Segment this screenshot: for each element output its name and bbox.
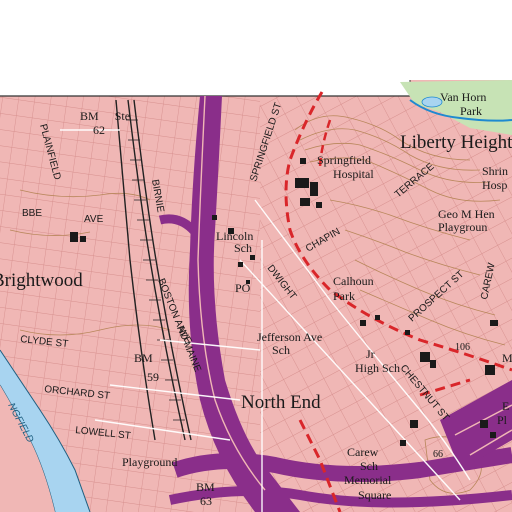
calhoun-park-label-2: Park <box>333 289 355 303</box>
shriners-label-2: Hosp <box>482 178 507 192</box>
jr-high-label-2: High Sch <box>355 361 400 375</box>
elevation-66: 66 <box>433 449 443 460</box>
memorial-square-label-2: Square <box>358 488 391 502</box>
carew-sch-label-2: Sch <box>360 459 378 473</box>
geo-m-hen-label-2: Playgroun <box>438 220 487 234</box>
m-label: M <box>502 351 512 365</box>
playground-label: Playground <box>122 455 177 469</box>
bm-62-value: 62 <box>93 123 105 137</box>
jefferson-sch-label-2: Sch <box>272 343 290 357</box>
place-north-end: North End <box>241 392 321 413</box>
abbe-ave-label-2: AVE <box>84 214 104 225</box>
post-office-label: PO <box>235 281 251 295</box>
lincoln-sch-label-2: Sch <box>234 241 252 255</box>
geo-m-hen-label: Geo M Hen <box>438 207 495 221</box>
pond <box>421 96 443 108</box>
calhoun-park-label: Calhoun <box>333 274 374 288</box>
place-liberty-heights: Liberty Heights <box>400 132 512 153</box>
jr-high-label: Jr <box>366 347 375 361</box>
e-label: E <box>502 399 509 413</box>
bm-59-value: 59 <box>147 370 159 384</box>
shriners-label: Shrin <box>482 164 508 178</box>
elevation-106: 106 <box>455 342 470 353</box>
bm-63-value: 63 <box>200 494 212 508</box>
pl-label: Pl <box>497 413 508 427</box>
topographic-map[interactable]: Brightwood Liberty Heights North End Van… <box>0 0 512 512</box>
abbe-ave-label: BBE <box>22 208 42 219</box>
place-brightwood: Brightwood <box>0 270 83 291</box>
carew-sch-label: Carew <box>347 445 379 459</box>
springfield-hospital-label: Springfield <box>317 153 371 167</box>
map-canvas: Brightwood Liberty Heights North End Van… <box>0 0 512 512</box>
jefferson-sch-label: Jefferson Ave <box>257 330 322 344</box>
van-horn-park-label: Van Horn <box>440 90 486 104</box>
bm-59-label: BM <box>134 351 153 365</box>
springfield-hospital-label-2: Hospital <box>333 167 374 181</box>
memorial-square-label: Memorial <box>344 473 392 487</box>
bm-63-label: BM <box>196 480 215 494</box>
van-horn-park-label-2: Park <box>460 104 482 118</box>
